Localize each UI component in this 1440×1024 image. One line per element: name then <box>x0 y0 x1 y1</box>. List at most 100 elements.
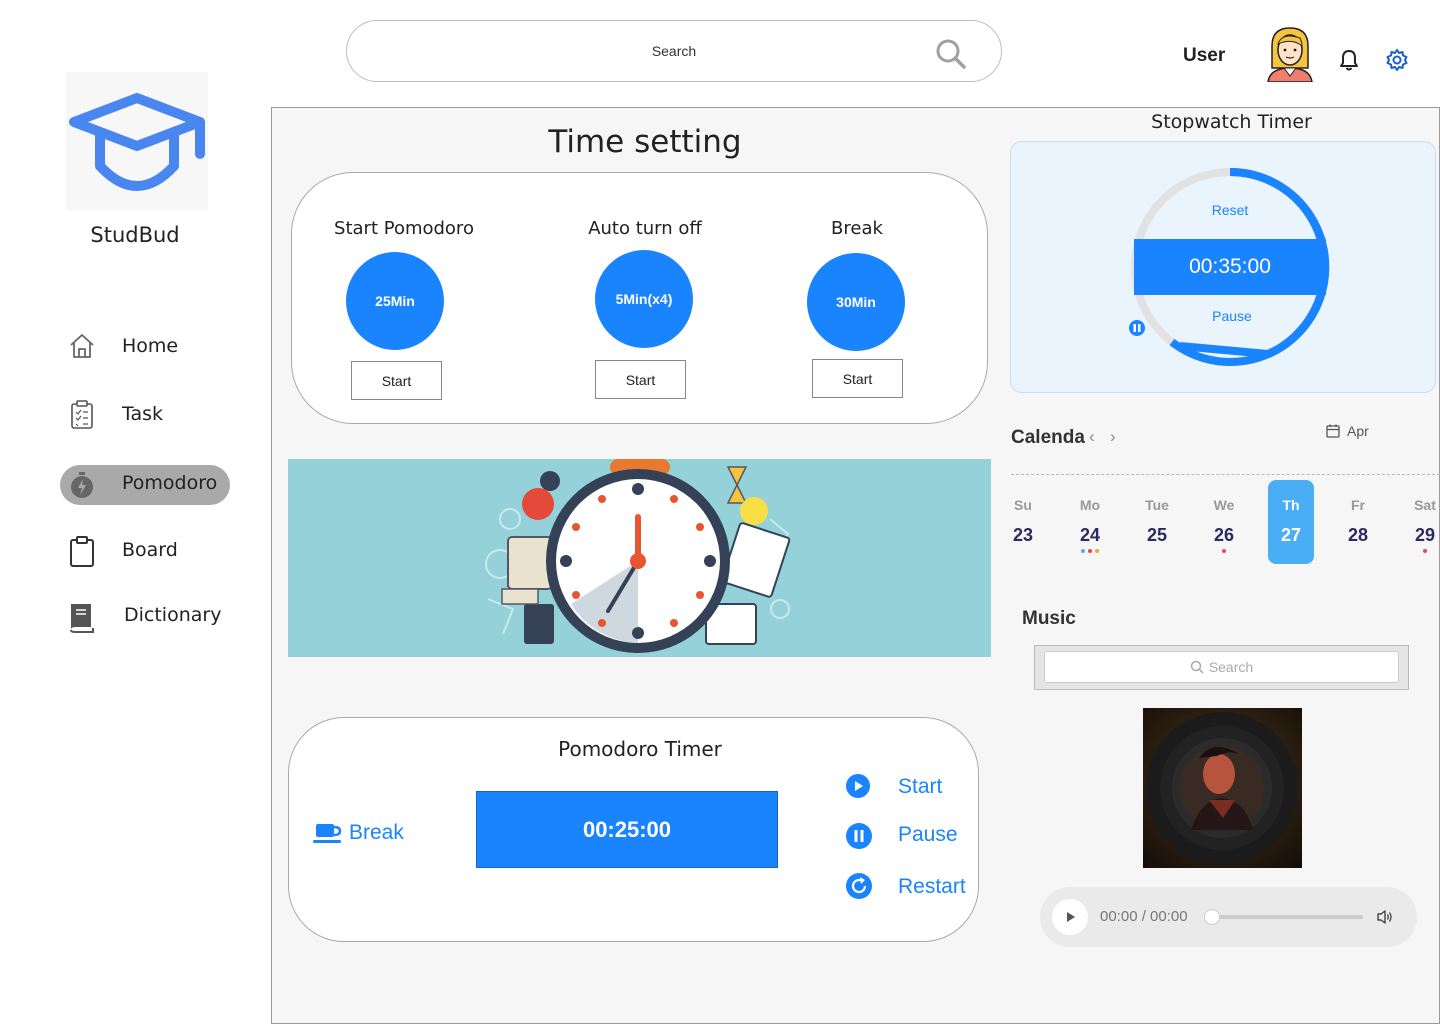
stopwatch-icon <box>71 472 93 498</box>
stopwatch-pause-button[interactable]: Pause <box>1192 308 1272 324</box>
break-setting: Break 30Min Start <box>800 218 914 398</box>
pomodoro-setting: Start Pomodoro 25Min Start <box>316 218 492 400</box>
album-art <box>1146 712 1298 864</box>
day-date: 25 <box>1146 525 1168 545</box>
auto-off-setting: Auto turn off 5Min(x4) Start <box>556 218 734 399</box>
calendar-day[interactable]: Tue 25 <box>1134 480 1180 564</box>
album-cover <box>1143 708 1302 868</box>
clock-illustration <box>288 459 991 657</box>
start-label: Start <box>898 775 943 798</box>
day-name: Su <box>1014 497 1032 513</box>
sidebar-item-task[interactable]: Task <box>60 394 230 434</box>
divider <box>1011 474 1440 475</box>
user-label: User <box>1183 45 1226 66</box>
search-placeholder: Search <box>651 43 697 59</box>
day-date: 23 <box>1012 525 1034 545</box>
event-dots <box>1067 549 1113 553</box>
bell-icon[interactable] <box>1338 48 1360 72</box>
start-break-button[interactable]: Start <box>812 359 903 398</box>
chevron-left-icon[interactable]: ‹ <box>1089 427 1095 447</box>
stopwatch-display: 00:35:00 <box>1134 239 1326 295</box>
progress-handle[interactable] <box>1204 909 1220 925</box>
app-name: StudBud <box>90 223 180 247</box>
play-button[interactable] <box>1052 899 1088 935</box>
event-dots <box>1402 549 1440 553</box>
event-dot <box>1088 549 1092 553</box>
day-date: 29 <box>1414 525 1436 545</box>
play-icon <box>1067 912 1075 922</box>
avatar[interactable] <box>1264 26 1316 82</box>
day-name: Tue <box>1145 497 1169 513</box>
calendar-title: Calenda <box>1011 427 1085 448</box>
calendar-day[interactable]: Su 23 <box>1000 480 1046 564</box>
progress-track[interactable] <box>1212 915 1363 919</box>
event-dots <box>1201 549 1247 553</box>
calendar-day[interactable]: Fr 28 <box>1335 480 1381 564</box>
chevron-right-icon[interactable]: › <box>1110 427 1116 447</box>
event-dot <box>1222 549 1226 553</box>
start-pomodoro-button[interactable]: Start <box>351 361 442 400</box>
pomodoro-timer-display: 00:25:00 <box>476 791 778 868</box>
calendar-day[interactable]: Sat 29 <box>1402 480 1440 564</box>
restart-icon <box>846 873 872 899</box>
music-search-placeholder: Search <box>1208 659 1254 675</box>
calendar-month: Apr <box>1347 423 1369 439</box>
time-setting-title: Time setting <box>548 124 742 160</box>
duration-circle[interactable]: 30Min <box>807 253 905 351</box>
clipboard-icon <box>71 400 93 429</box>
sidebar-item-label: Pomodoro <box>122 472 218 494</box>
start-auto-off-button[interactable]: Start <box>595 360 686 399</box>
pause-label: Pause <box>898 823 958 846</box>
event-dot <box>1081 549 1085 553</box>
clock-icon <box>485 459 791 653</box>
search-bar[interactable]: Search <box>346 20 1002 82</box>
music-search-input[interactable]: Search <box>1044 651 1399 683</box>
sidebar-item-board[interactable]: Board <box>60 530 230 570</box>
event-dot <box>1095 549 1099 553</box>
day-name: Th <box>1282 497 1300 513</box>
calendar-icon <box>1326 424 1340 438</box>
pomodoro-pause-button[interactable]: Pause <box>845 822 958 850</box>
player-time: 00:00 / 00:00 <box>1100 908 1188 925</box>
pomodoro-start-button[interactable]: Start <box>845 773 942 799</box>
setting-title: Break <box>831 218 883 239</box>
day-date: 28 <box>1347 525 1369 545</box>
music-title: Music <box>1022 608 1076 629</box>
break-button[interactable]: Break <box>313 821 404 845</box>
day-name: We <box>1213 497 1235 513</box>
setting-title: Auto turn off <box>588 218 702 239</box>
day-date: 24 <box>1079 525 1101 545</box>
sidebar-item-label: Board <box>122 539 178 561</box>
coffee-cup-icon <box>313 824 342 843</box>
duration-circle[interactable]: 5Min(x4) <box>595 250 693 348</box>
sidebar-item-dictionary[interactable]: Dictionary <box>60 595 230 635</box>
day-name: Sat <box>1414 497 1436 513</box>
volume-icon[interactable] <box>1376 909 1394 925</box>
board-icon <box>70 536 94 567</box>
calendar-month-picker[interactable]: Apr <box>1326 423 1369 439</box>
sidebar-item-label: Home <box>122 335 179 357</box>
sidebar-item-home[interactable]: Home <box>60 326 230 366</box>
stopwatch-reset-button[interactable]: Reset <box>1190 202 1270 218</box>
logo <box>66 72 208 210</box>
sidebar-item-pomodoro[interactable]: Pomodoro <box>60 465 230 505</box>
search-icon[interactable] <box>935 38 967 70</box>
book-icon <box>70 604 94 633</box>
calendar-day[interactable]: Mo 24 <box>1067 480 1113 564</box>
search-icon <box>1190 660 1204 674</box>
pomodoro-timer-title: Pomodoro Timer <box>558 737 722 761</box>
graduation-cap-icon <box>69 93 205 191</box>
play-circle-icon <box>846 774 870 798</box>
audio-player: 00:00 / 00:00 <box>1040 887 1417 947</box>
sidebar-item-label: Dictionary <box>124 604 222 626</box>
day-name: Mo <box>1079 497 1101 513</box>
day-name: Fr <box>1351 497 1365 513</box>
gear-icon[interactable] <box>1385 48 1409 72</box>
duration-circle[interactable]: 25Min <box>346 252 444 350</box>
break-label: Break <box>349 821 404 844</box>
pomodoro-restart-button[interactable]: Restart <box>845 872 966 900</box>
calendar-day[interactable]: We 26 <box>1201 480 1247 564</box>
calendar-day[interactable]: Th 27 <box>1268 480 1314 564</box>
day-date: 26 <box>1213 525 1235 545</box>
event-dot <box>1423 549 1427 553</box>
